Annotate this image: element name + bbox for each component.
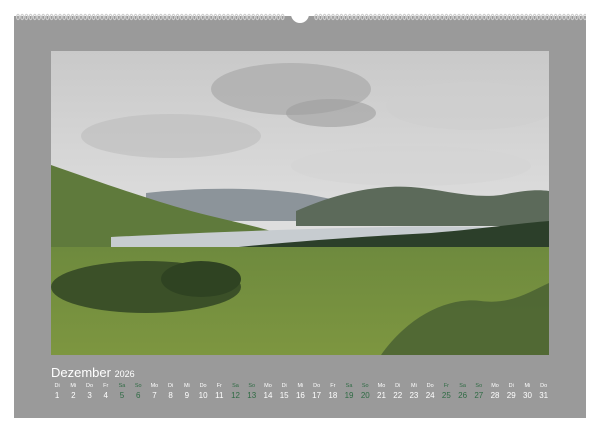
weekday-label: Sa: [345, 383, 353, 389]
day-cell: Do 24: [422, 382, 438, 406]
weekday-label: Di: [395, 383, 401, 389]
day-number: 6: [135, 391, 141, 400]
weekday-label: Sa: [459, 383, 466, 389]
day-number: 24: [425, 391, 435, 400]
weekday-label: Mo: [491, 383, 499, 389]
day-number: 18: [328, 391, 338, 400]
day-number: 4: [103, 391, 108, 400]
weekday-label: Fr: [103, 383, 109, 389]
day-number: 20: [360, 391, 370, 400]
weekday-label: So: [134, 383, 142, 389]
day-cell: Mi 23: [406, 382, 422, 406]
weekday-label: Di: [168, 383, 174, 389]
day-number: 15: [279, 391, 289, 400]
month-year: 2026: [114, 369, 135, 379]
day-cell: Do 3: [81, 382, 97, 406]
day-strip: Di 1 Mi 2 Do 3 Fr 4 Sa 5 So 6 Mo 7 Di 8 Mi 9 Do 10 Fr 11 Sa 12 S…: [49, 382, 552, 406]
weekday-label: Fr: [330, 383, 336, 389]
day-cell: Sa 12: [227, 382, 243, 406]
day-cell: Mi 2: [65, 382, 81, 406]
weekday-label: Di: [54, 383, 60, 389]
weekday-label: Mo: [377, 383, 386, 389]
day-cell: Mo 21: [373, 382, 389, 406]
day-number: 19: [344, 391, 354, 400]
day-number: 22: [393, 391, 403, 400]
day-cell: Sa 26: [454, 382, 470, 406]
weekday-label: Fr: [443, 383, 449, 389]
day-number: 26: [458, 391, 468, 400]
weekday-label: Di: [508, 383, 514, 389]
day-cell: Mo 7: [146, 382, 162, 406]
day-number: 30: [523, 391, 532, 400]
weekday-label: Do: [426, 383, 434, 389]
month-name: Dezember: [51, 365, 111, 380]
day-number: 9: [184, 391, 190, 400]
day-cell: Sa 19: [341, 382, 357, 406]
day-cell: So 6: [130, 382, 146, 406]
day-number: 27: [474, 391, 484, 400]
day-cell: Fr 25: [438, 382, 454, 406]
day-cell: Mo 28: [487, 382, 503, 406]
weekday-label: Mi: [183, 383, 190, 389]
weekday-label: Mo: [150, 383, 159, 389]
day-number: 5: [119, 391, 125, 400]
day-cell: Do 17: [309, 382, 325, 406]
day-number: 25: [441, 391, 451, 400]
day-number: 13: [247, 391, 257, 400]
weekday-label: Mi: [524, 383, 531, 389]
day-number: 21: [377, 391, 386, 400]
day-cell: So 20: [357, 382, 373, 406]
weekday-label: Mi: [70, 383, 77, 389]
weekday-label: So: [361, 383, 369, 389]
weekday-label: Mo: [264, 383, 272, 389]
weekday-label: Do: [540, 383, 548, 389]
day-number: 12: [231, 391, 240, 400]
day-cell: So 13: [244, 382, 260, 406]
day-number: 10: [198, 391, 208, 400]
weekday-label: Do: [199, 383, 207, 389]
day-cell: Di 1: [49, 382, 65, 406]
day-number: 17: [312, 391, 322, 400]
day-number: 14: [263, 391, 273, 400]
day-cell: Di 15: [276, 382, 292, 406]
weekday-label: So: [475, 383, 483, 389]
day-cell: Do 10: [195, 382, 211, 406]
day-cell: Sa 5: [114, 382, 130, 406]
day-cell: Mo 14: [260, 382, 276, 406]
weekday-label: Mi: [411, 383, 417, 389]
month-title: Dezember 2026: [51, 365, 135, 382]
day-cell: Mi 16: [292, 382, 308, 406]
day-number: 28: [490, 391, 500, 400]
day-cell: So 27: [471, 382, 487, 406]
weekday-label: Di: [281, 383, 287, 389]
day-cell: Fr 11: [211, 382, 227, 406]
weekday-label: Sa: [118, 383, 126, 389]
day-cell: Mi 30: [519, 382, 535, 406]
day-number: 1: [54, 391, 60, 400]
day-number: 7: [152, 391, 157, 400]
day-number: 8: [168, 391, 173, 400]
day-cell: Fr 4: [98, 382, 114, 406]
day-cell: Di 29: [503, 382, 519, 406]
day-number: 16: [295, 391, 305, 400]
weekday-label: Sa: [232, 383, 239, 389]
day-number: 23: [409, 391, 419, 400]
day-cell: Do 31: [536, 382, 552, 406]
landscape-photo: [51, 51, 549, 355]
day-number: 31: [539, 391, 549, 400]
day-number: 3: [87, 391, 92, 400]
day-number: 29: [506, 391, 516, 400]
day-cell: Fr 18: [325, 382, 341, 406]
day-cell: Mi 9: [179, 382, 195, 406]
day-cell: Di 22: [390, 382, 406, 406]
day-number: 11: [215, 391, 224, 400]
weekday-label: Do: [313, 383, 321, 389]
day-number: 2: [71, 391, 76, 400]
weekday-label: Do: [86, 383, 94, 389]
weekday-label: Mi: [297, 383, 304, 389]
weekday-label: So: [248, 383, 256, 389]
day-cell: Di 8: [163, 382, 179, 406]
weekday-label: Fr: [216, 383, 222, 389]
